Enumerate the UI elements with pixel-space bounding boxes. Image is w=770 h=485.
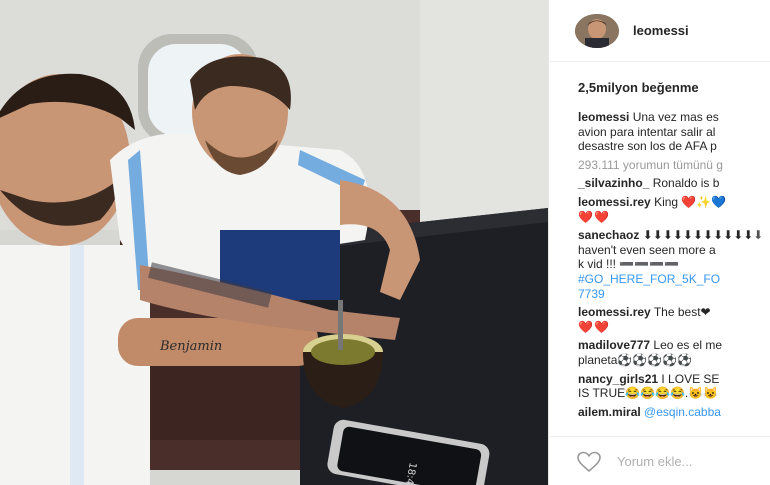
mention-link[interactable]: @esqin.cabba	[644, 405, 721, 419]
comments-list: leomessi Una vez mas es avion para inten…	[578, 110, 770, 423]
comment-username[interactable]: sanechaoz	[578, 228, 639, 242]
view-all-comments-link[interactable]: 293.111 yorumun tümünü g	[578, 158, 770, 173]
comment-username[interactable]: ailem.miral	[578, 405, 641, 419]
comment-item: leomessi.rey King ❤️✨💙 ❤️❤️	[578, 194, 727, 224]
comment-item: leomessi.rey The best❤ ❤️❤️	[578, 305, 711, 334]
comment-bar	[549, 436, 770, 485]
post-header: leomessi	[549, 0, 770, 62]
caption-username[interactable]: leomessi	[578, 110, 629, 124]
photo-illustration: Benjamin 18:46	[0, 0, 548, 485]
hashtag-link[interactable]: #GO_HERE_FOR_5K_FO	[578, 272, 770, 287]
caption: leomessi Una vez mas es avion para inten…	[578, 110, 719, 154]
comment-username[interactable]: _silvazinho_	[578, 176, 649, 190]
comment-item: madilove777 Leo es el me planeta⚽⚽⚽⚽⚽	[578, 338, 723, 367]
comment-username[interactable]: madilove777	[578, 338, 650, 352]
comment-input[interactable]	[615, 453, 749, 470]
heart-icon[interactable]	[577, 451, 601, 473]
post-photo[interactable]: Benjamin 18:46	[0, 0, 548, 485]
avatar[interactable]	[575, 13, 619, 48]
comment-username[interactable]: nancy_girls21	[578, 372, 658, 386]
post-sidebar: leomessi 2,5milyon beğenme leomessi Una …	[549, 0, 770, 485]
svg-text:Benjamin: Benjamin	[159, 339, 222, 354]
comment-username[interactable]: leomessi.rey	[578, 195, 651, 209]
overflow-fade	[752, 100, 770, 440]
comment-item: ailem.miral @esqin.cabba	[578, 405, 770, 420]
post-username[interactable]: leomessi	[633, 23, 689, 38]
comment-username[interactable]: leomessi.rey	[578, 305, 651, 319]
likes-count[interactable]: 2,5milyon beğenme	[578, 80, 699, 95]
comment-item: nancy_girls21 I LOVE SE IS TRUE😂😂😂😂.😺😺	[578, 371, 720, 401]
comment-item: sanechaoz ⬇⬇⬇⬇⬇⬇⬇⬇⬇⬇⬇⬇ haven't even seen…	[578, 228, 770, 301]
comment-item: _silvazinho_ Ronaldo is b	[578, 176, 720, 191]
